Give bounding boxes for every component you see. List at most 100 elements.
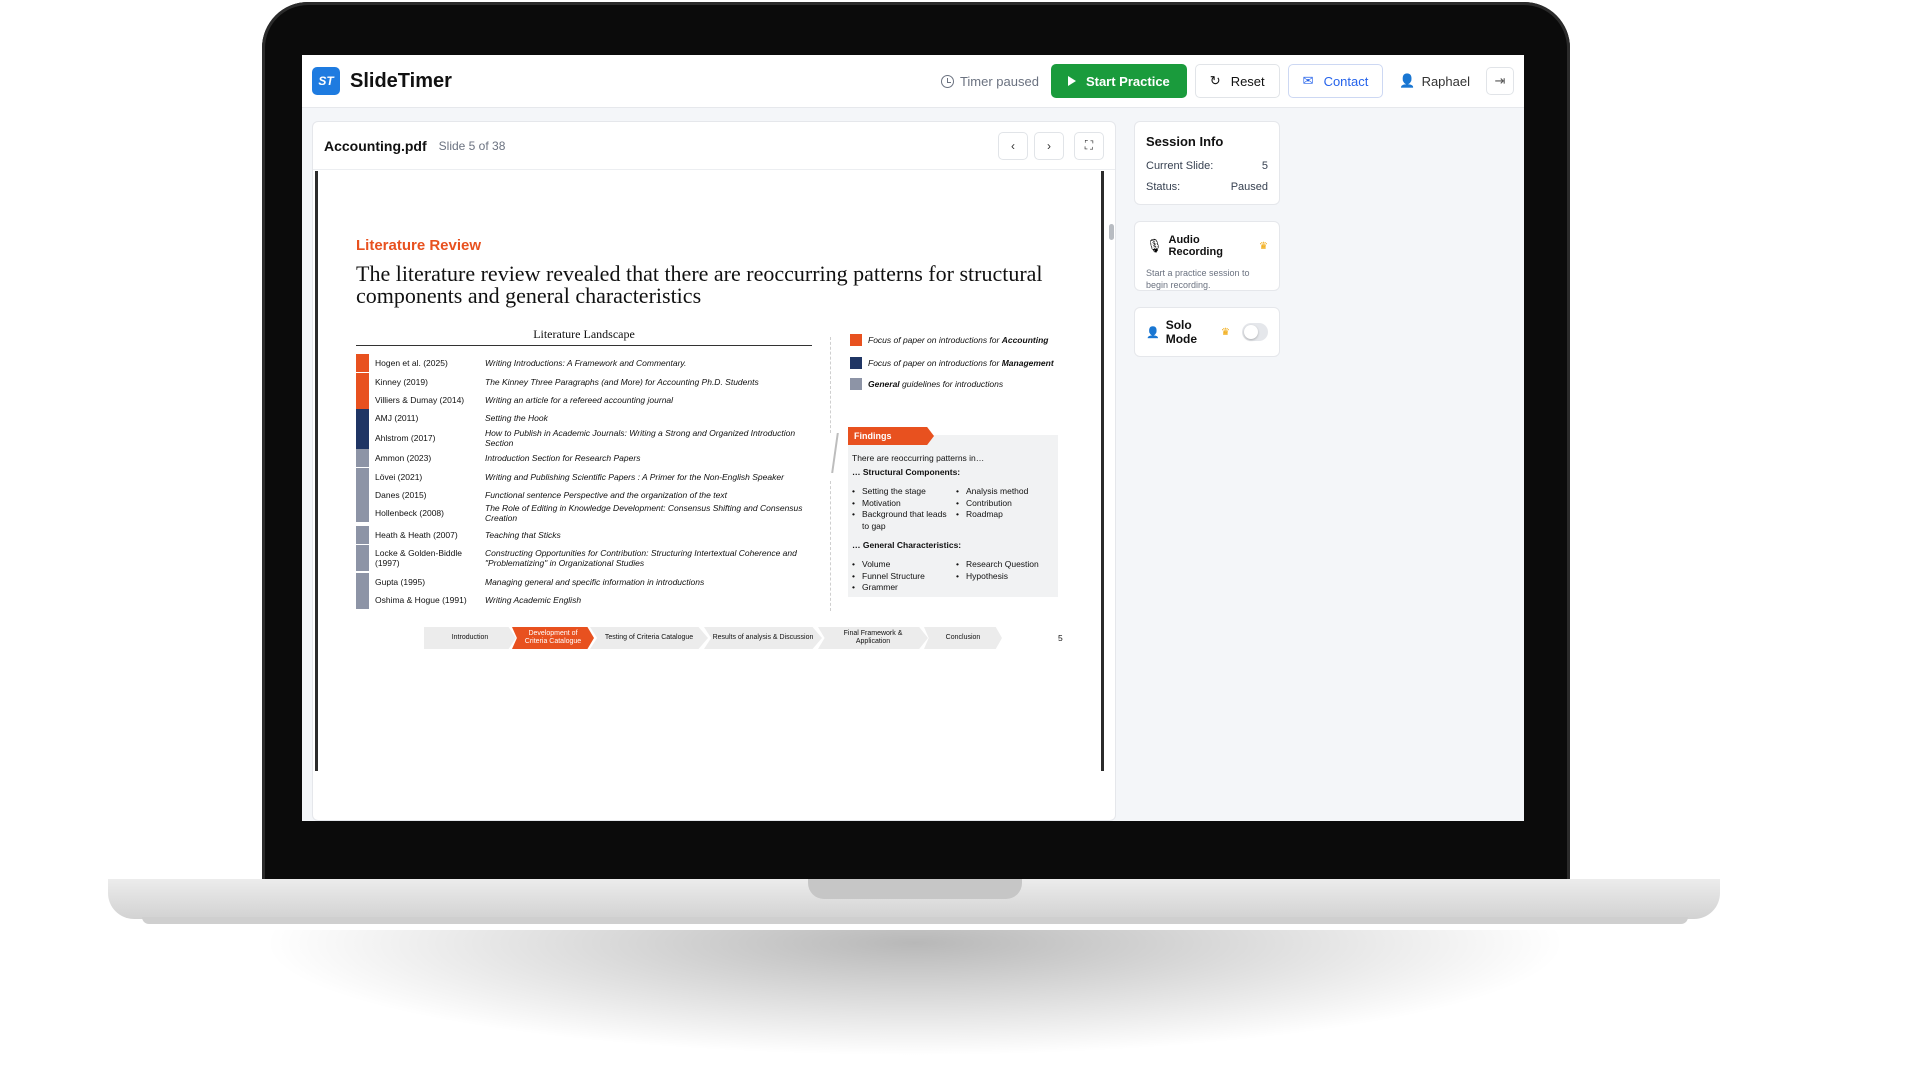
current-slide-value: 5: [1261, 160, 1268, 172]
agenda-progress: Introduction Development of Criteria Cata…: [424, 626, 1002, 650]
category-marker: [356, 354, 369, 372]
slide-viewer: Accounting.pdf Slide 5 of 38 ‹ › ⛶ Liter…: [312, 121, 1116, 821]
paper-title-cell: Writing an article for a refereed accoun…: [485, 395, 674, 405]
author-cell: AMJ (2011): [375, 413, 419, 423]
category-marker: [356, 526, 369, 544]
user-icon: 👤: [1146, 326, 1160, 339]
slide-headline: The literature review revealed that ther…: [356, 261, 1043, 308]
legend-label: General guidelines for introductions: [868, 379, 1004, 389]
solo-mode-toggle[interactable]: [1241, 323, 1268, 341]
table-row: Kinney (2019) The Kinney Three Paragraphs…: [356, 373, 825, 391]
findings-tag: Findings: [848, 427, 934, 445]
paper-title-cell: The Kinney Three Paragraphs (and More) f…: [485, 377, 759, 387]
chevron-right-icon: ›: [1047, 138, 1051, 153]
crown-icon: ♛: [1221, 326, 1230, 338]
user-menu[interactable]: 👤 Raphael: [1391, 73, 1478, 89]
paper-title-cell: Functional sentence Perspective and the …: [485, 490, 727, 500]
category-marker: [356, 409, 369, 427]
legend-label: Focus of paper on introductions for Mana…: [868, 358, 1054, 368]
category-marker: [356, 391, 369, 409]
legend-swatch: [850, 357, 862, 369]
timer-status: Timer paused: [940, 73, 1039, 89]
list-item: Hypothesis: [956, 571, 1056, 583]
category-marker: [356, 504, 369, 522]
author-cell: Ammon (2023): [375, 453, 432, 463]
category-marker: [356, 427, 369, 449]
findings-box: Findings There are reoccurring patterns …: [848, 427, 1058, 597]
divider-line: [830, 481, 831, 611]
reset-label: Reset: [1230, 73, 1265, 89]
author-cell: Gupta (1995): [375, 577, 426, 587]
table-row: Oshima & Hogue (1991) Writing Academic En…: [356, 591, 825, 609]
paper-title-cell: How to Publish in Academic Journals: Wri…: [485, 428, 796, 448]
app-logo: ST: [312, 67, 340, 95]
timer-status-label: Timer paused: [959, 73, 1039, 89]
table-row: Locke & Golden-Biddle (1997) Constructing…: [356, 545, 825, 571]
paper-title-cell: Constructing Opportunities for Contribut…: [485, 548, 797, 568]
list-item: Volume: [852, 559, 952, 571]
general-list-left: Volume Funnel Structure Grammer: [852, 559, 952, 594]
app-screen: ST SlideTimer Timer paused Start Practic…: [302, 55, 1524, 821]
paper-title-cell: Teaching that Sticks: [485, 530, 561, 540]
slide-page-number: 5: [1058, 633, 1063, 643]
next-slide-button[interactable]: ›: [1034, 131, 1064, 160]
start-practice-button[interactable]: Start Practice: [1050, 64, 1187, 98]
paper-title-cell: Writing and Publishing Scientific Papers…: [485, 472, 784, 482]
fullscreen-button[interactable]: ⛶: [1074, 131, 1104, 160]
status-value: Paused: [1230, 181, 1268, 193]
author-cell: Lövei (2021): [375, 472, 423, 482]
list-item: Grammer: [852, 582, 952, 594]
fullscreen-icon: ⛶: [1084, 138, 1094, 152]
divider-line: [830, 337, 831, 433]
category-marker: [356, 373, 369, 391]
agenda-step: Testing of Criteria Catalogue: [590, 627, 708, 649]
viewer-scrollbar[interactable]: [1109, 224, 1114, 240]
prev-slide-button[interactable]: ‹: [998, 131, 1028, 160]
table-row: AMJ (2011) Setting the Hook: [356, 409, 825, 427]
solo-mode-card: 👤 Solo Mode ♛: [1134, 307, 1280, 357]
app-header: ST SlideTimer Timer paused Start Practic…: [302, 55, 1524, 108]
legend-swatch: [850, 334, 862, 346]
session-info-title: Session Info: [1146, 134, 1224, 149]
paper-title-cell: The Role of Editing in Knowledge Develop…: [485, 503, 803, 523]
table-row: Villiers & Dumay (2014) Writing an articl…: [356, 391, 825, 409]
agenda-step: Development of Criteria Catalogue: [512, 627, 594, 649]
agenda-step: Introduction: [424, 627, 516, 649]
author-cell: Villiers & Dumay (2014): [375, 395, 465, 405]
app-title: SlideTimer: [350, 69, 452, 92]
session-info-card: Session Info Current Slide: 5 Status: Pa…: [1134, 121, 1280, 205]
file-name: Accounting.pdf: [324, 137, 427, 154]
audio-recording-card: 🎙 Audio Recording ♛ Start a practice ses…: [1134, 221, 1280, 291]
play-icon: [1067, 76, 1076, 86]
slide-canvas: Literature Review The literature review …: [315, 171, 1104, 771]
start-practice-label: Start Practice: [1085, 73, 1170, 89]
reset-button[interactable]: ↻ Reset: [1194, 64, 1280, 98]
paper-title-cell: Setting the Hook: [485, 413, 548, 423]
mail-icon: ✉: [1302, 73, 1314, 88]
slide-section-title: Literature Review: [356, 237, 482, 254]
contact-button[interactable]: ✉ Contact: [1287, 64, 1384, 98]
legend-swatch: [850, 378, 862, 390]
logout-button[interactable]: ⇥: [1486, 67, 1514, 95]
viewer-toolbar: Accounting.pdf Slide 5 of 38 ‹ › ⛶: [313, 122, 1115, 170]
legend-label: Focus of paper on introductions for Acco…: [868, 335, 1049, 345]
user-icon: 👤: [1399, 73, 1416, 88]
author-cell: Kinney (2019): [375, 377, 428, 387]
laptop-foot: [142, 917, 1688, 924]
list-item: Research Question: [956, 559, 1056, 571]
legend-item: Focus of paper on introductions for Acco…: [850, 334, 1048, 346]
divider-chevron: [825, 433, 839, 473]
table-row: Danes (2015) Functional sentence Perspect…: [356, 486, 825, 504]
product-mockup: ST SlideTimer Timer paused Start Practic…: [0, 0, 1920, 1080]
agenda-step: Results of analysis & Discussion: [704, 627, 822, 649]
structural-heading: … Structural Components:: [852, 467, 961, 477]
audio-recording-title: Audio Recording: [1168, 234, 1223, 258]
header-actions: Timer paused Start Practice ↻ Reset ✉ Co…: [940, 64, 1514, 98]
table-row: Lövei (2021) Writing and Publishing Scien…: [356, 468, 825, 486]
paper-title-cell: Writing Introductions: A Framework and C…: [485, 358, 687, 368]
mic-icon: 🎙: [1146, 238, 1163, 253]
general-list-right: Research Question Hypothesis: [956, 559, 1056, 582]
agenda-step: Conclusion: [924, 627, 1002, 649]
paper-title-cell: Introduction Section for Research Papers: [485, 453, 641, 463]
author-cell: Ahlstrom (2017): [375, 433, 436, 443]
